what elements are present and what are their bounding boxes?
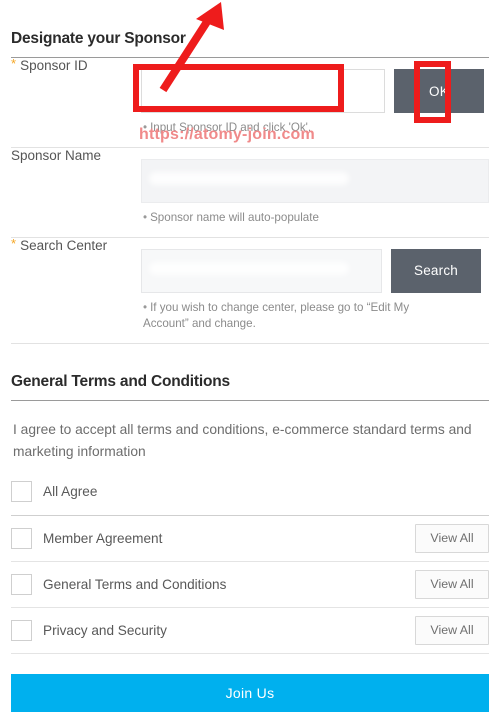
label-search-center: * Search Center — [11, 235, 141, 253]
required-asterisk-icon: * — [11, 56, 17, 71]
view-all-button-privacy-security[interactable]: View All — [415, 615, 489, 645]
input-group-sponsor-id: OK — [141, 69, 489, 113]
all-agree-checkbox[interactable] — [11, 480, 32, 502]
label-text: Sponsor ID — [20, 58, 88, 73]
bullet-icon: • — [143, 300, 148, 314]
required-asterisk-icon: * — [11, 235, 17, 251]
helper-sponsor-id: • Input Sponsor ID and click 'Ok'. — [141, 120, 443, 137]
field-search-center: Search • If you wish to change center, pl… — [141, 238, 489, 344]
label-text: Search Center — [20, 237, 108, 253]
member-agreement-label: Member Agreement — [43, 530, 163, 546]
privacy-security-checkbox[interactable] — [11, 619, 32, 641]
form-row-sponsor-name: Sponsor Name • Sponsor name will auto-pop… — [11, 148, 489, 238]
label-text: Sponsor Name — [11, 147, 102, 163]
view-all-button-general-terms[interactable]: View All — [415, 569, 489, 599]
privacy-security-label: Privacy and Security — [43, 622, 167, 638]
helper-text: Input Sponsor ID and click 'Ok'. — [150, 121, 312, 134]
search-center-input-wrap — [141, 248, 382, 293]
join-us-button[interactable]: Join Us — [11, 673, 489, 712]
helper-sponsor-name: • Sponsor name will auto-populate — [141, 210, 443, 227]
general-terms-checkbox[interactable] — [11, 573, 32, 595]
general-terms-label: General Terms and Conditions — [43, 576, 227, 592]
search-center-input[interactable] — [141, 248, 382, 293]
label-sponsor-id: * Sponsor ID — [11, 56, 141, 73]
terms-intro-text: I agree to accept all terms and conditio… — [13, 422, 472, 459]
search-button[interactable]: Search — [391, 248, 481, 293]
helper-text: Sponsor name will auto-populate — [150, 210, 319, 224]
all-agree-label: All Agree — [43, 483, 98, 499]
form-row-search-center: * Search Center Search • If you wish to c… — [11, 235, 489, 345]
form-row-sponsor-id: * Sponsor ID OK • Input Sponsor ID and cl… — [11, 56, 489, 148]
view-all-button-member-agreement[interactable]: View All — [415, 523, 489, 553]
checkbox-row-member-agreement[interactable]: Member Agreement View All — [11, 516, 489, 562]
checkbox-row-general-terms[interactable]: General Terms and Conditions View All — [11, 562, 489, 608]
helper-search-center: • If you wish to change center, please go… — [141, 300, 443, 334]
bullet-icon: • — [143, 121, 148, 134]
input-group-search-center: Search — [141, 248, 489, 293]
ok-button[interactable]: OK — [394, 69, 484, 113]
input-group-sponsor-name — [141, 158, 489, 203]
field-sponsor-id: OK • Input Sponsor ID and click 'Ok'. — [141, 58, 489, 147]
bullet-icon: • — [143, 210, 148, 224]
checkbox-row-all-agree[interactable]: All Agree — [11, 462, 489, 516]
helper-text: If you wish to change center, please go … — [143, 300, 410, 331]
checkbox-row-privacy-security[interactable]: Privacy and Security View All — [11, 608, 489, 654]
sponsor-name-input — [141, 158, 489, 203]
signup-page: Designate your Sponsor * Sponsor ID OK •… — [0, 0, 500, 712]
member-agreement-checkbox[interactable] — [11, 527, 32, 549]
field-sponsor-name: • Sponsor name will auto-populate — [141, 148, 489, 237]
sponsor-id-input[interactable] — [141, 69, 385, 113]
terms-section-title: General Terms and Conditions — [11, 344, 489, 402]
label-sponsor-name: Sponsor Name — [11, 148, 141, 163]
page-title: Designate your Sponsor — [11, 0, 489, 58]
